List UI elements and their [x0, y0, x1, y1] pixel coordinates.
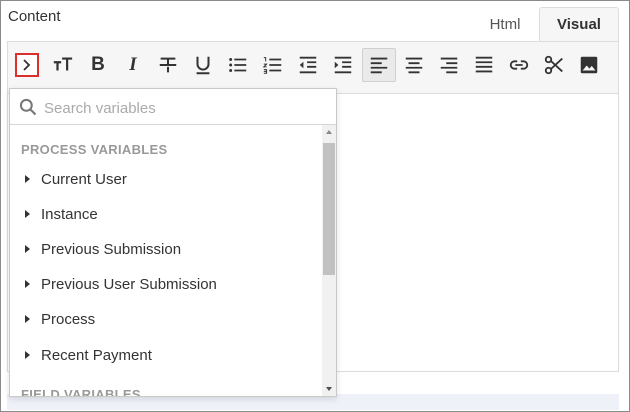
tab-visual[interactable]: Visual	[539, 7, 619, 41]
variable-item-previous-user-submission[interactable]: Previous User Submission	[10, 269, 320, 299]
variable-item-label: Instance	[41, 205, 98, 223]
variable-item-process[interactable]: Process	[10, 304, 320, 334]
search-icon	[19, 98, 37, 116]
variable-item-label: Previous Submission	[41, 240, 182, 258]
insert-variable-button[interactable]	[15, 53, 39, 77]
field-variables-heading: FIELD VARIABLES	[21, 387, 141, 397]
image-button[interactable]	[572, 48, 606, 82]
underline-button[interactable]	[186, 48, 220, 82]
caret-right-icon	[25, 351, 30, 359]
align-left-icon	[370, 57, 388, 74]
tab-html[interactable]: Html	[471, 7, 539, 41]
align-center-button[interactable]	[397, 48, 431, 82]
process-variables-heading: PROCESS VARIABLES	[21, 142, 168, 157]
strikethrough-button[interactable]	[151, 48, 185, 82]
font-size-icon	[53, 57, 73, 71]
outdent-button[interactable]	[291, 48, 325, 82]
numbered-list-button[interactable]	[256, 48, 290, 82]
scroll-down-icon[interactable]	[326, 387, 332, 391]
font-size-button[interactable]	[46, 48, 80, 82]
variable-item-label: Previous User Submission	[41, 275, 217, 293]
bullet-list-icon	[229, 58, 247, 72]
justify-icon	[475, 56, 493, 73]
variables-dropdown: PROCESS VARIABLES Current User Instance …	[9, 88, 337, 397]
underline-icon	[196, 56, 210, 75]
image-icon	[580, 56, 598, 74]
caret-right-icon	[25, 175, 30, 183]
variable-item-previous-submission[interactable]: Previous Submission	[10, 234, 320, 264]
variable-item-instance[interactable]: Instance	[10, 199, 320, 229]
variable-item-current-user[interactable]: Current User	[10, 164, 320, 194]
align-left-button[interactable]	[362, 48, 396, 82]
caret-right-icon	[25, 245, 30, 253]
variable-item-label: Process	[41, 310, 96, 328]
insert-variable-icon	[23, 59, 31, 71]
align-right-icon	[440, 57, 458, 74]
align-right-button[interactable]	[432, 48, 466, 82]
dropdown-scrollbar[interactable]	[322, 125, 336, 396]
search-input[interactable]	[42, 95, 316, 121]
italic-button[interactable]: I	[116, 48, 150, 82]
link-icon	[509, 60, 529, 70]
justify-button[interactable]	[467, 48, 501, 82]
variable-item-recent-payment[interactable]: Recent Payment	[10, 340, 320, 370]
content-label: Content	[8, 8, 61, 25]
variable-item-label: Recent Payment	[41, 346, 152, 364]
scrollbar-thumb[interactable]	[323, 143, 335, 275]
cut-button[interactable]	[537, 48, 571, 82]
scroll-up-icon[interactable]	[326, 130, 332, 134]
align-center-icon	[405, 57, 423, 74]
link-button[interactable]	[502, 48, 536, 82]
editor-toolbar: B I	[7, 41, 619, 94]
variable-search-box	[10, 89, 336, 125]
numbered-list-icon	[262, 57, 282, 74]
strikethrough-icon	[159, 57, 177, 73]
caret-right-icon	[25, 315, 30, 323]
outdent-icon	[299, 56, 317, 74]
indent-icon	[334, 56, 352, 74]
caret-right-icon	[25, 210, 30, 218]
italic-icon: I	[129, 54, 137, 75]
variable-item-label: Current User	[41, 170, 127, 188]
bullet-list-button[interactable]	[221, 48, 255, 82]
indent-button[interactable]	[326, 48, 360, 82]
cut-icon	[544, 55, 563, 75]
caret-right-icon	[25, 280, 30, 288]
bold-button[interactable]: B	[81, 48, 115, 82]
bold-icon: B	[91, 54, 105, 75]
